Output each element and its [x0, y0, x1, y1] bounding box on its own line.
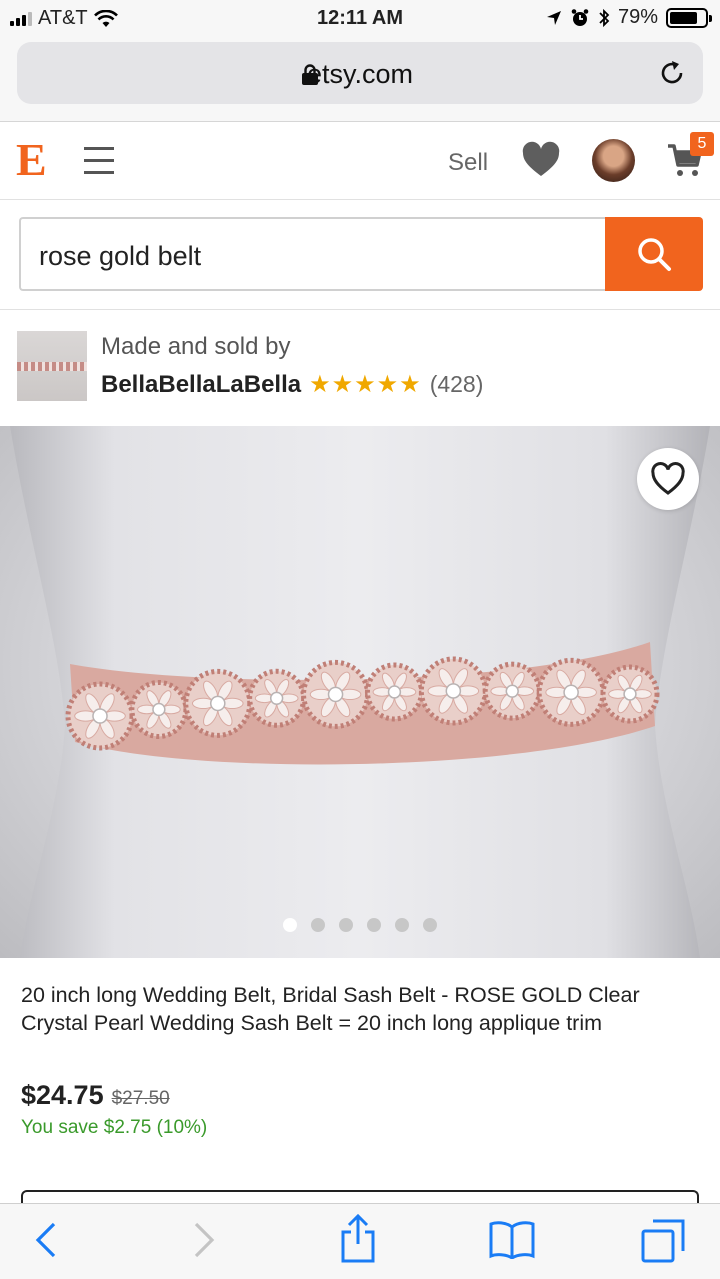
savings-text: You save $2.75 (10%) — [21, 1117, 208, 1138]
seller-info: Made and sold by BellaBellaLaBella ★★★★★… — [0, 311, 720, 425]
made-by-label: Made and sold by — [101, 333, 291, 360]
back-icon[interactable] — [34, 1220, 58, 1260]
carousel-dot[interactable] — [367, 918, 381, 932]
search-icon — [638, 238, 671, 271]
belt-photo — [10, 426, 710, 958]
tabs-icon[interactable] — [640, 1218, 686, 1264]
cart-count-badge: 5 — [690, 132, 714, 156]
battery-icon — [666, 7, 712, 28]
hamburger-menu-icon[interactable] — [84, 147, 114, 183]
location-arrow-icon — [546, 10, 561, 25]
share-icon[interactable] — [338, 1214, 378, 1264]
battery-percent: 79% — [617, 6, 658, 28]
alarm-clock-icon — [571, 8, 589, 26]
status-bar: AT&T 12:11 AM 79% — [0, 0, 720, 38]
sell-link[interactable]: Sell — [448, 149, 488, 177]
battery-fill — [670, 11, 697, 24]
carousel-dot[interactable] — [423, 918, 437, 932]
heart-outline-icon — [651, 462, 685, 495]
reload-icon[interactable] — [657, 58, 687, 88]
product-image[interactable] — [0, 426, 720, 958]
carousel-dot[interactable] — [395, 918, 409, 932]
shop-name-link[interactable]: BellaBellaLaBella — [101, 371, 301, 399]
carousel-dot[interactable] — [311, 918, 325, 932]
carousel-dot[interactable] — [339, 918, 353, 932]
shop-thumbnail[interactable] — [17, 331, 87, 401]
search-button[interactable] — [605, 217, 703, 291]
price-row: $24.75 $27.50 — [21, 1080, 170, 1111]
search-input[interactable]: rose gold belt — [19, 217, 607, 291]
product-title: 20 inch long Wedding Belt, Bridal Sash B… — [21, 983, 640, 1035]
address-bar[interactable]: etsy.com — [17, 42, 703, 104]
url-text: etsy.com — [306, 59, 414, 89]
bookmarks-icon[interactable] — [488, 1219, 536, 1259]
rating-stars: ★★★★★ — [309, 371, 422, 398]
browser-address-area: etsy.com — [0, 38, 720, 122]
search-row: rose gold belt — [0, 200, 720, 310]
favorite-button[interactable] — [637, 448, 699, 510]
status-right: 79% — [546, 6, 712, 29]
original-price: $27.50 — [111, 1088, 170, 1109]
browser-toolbar — [0, 1203, 720, 1279]
etsy-logo[interactable]: E — [16, 133, 47, 186]
user-avatar[interactable] — [592, 139, 635, 182]
site-header: E Sell — [0, 123, 720, 200]
bluetooth-icon — [599, 8, 610, 27]
carousel-dots[interactable] — [283, 918, 437, 932]
favorites-heart-icon[interactable] — [521, 141, 561, 179]
forward-icon[interactable] — [192, 1220, 216, 1260]
current-price: $24.75 — [21, 1080, 104, 1110]
carousel-dot[interactable] — [283, 918, 297, 932]
review-count[interactable]: (428) — [430, 371, 484, 398]
shop-line: BellaBellaLaBella ★★★★★ (428) — [101, 370, 483, 399]
